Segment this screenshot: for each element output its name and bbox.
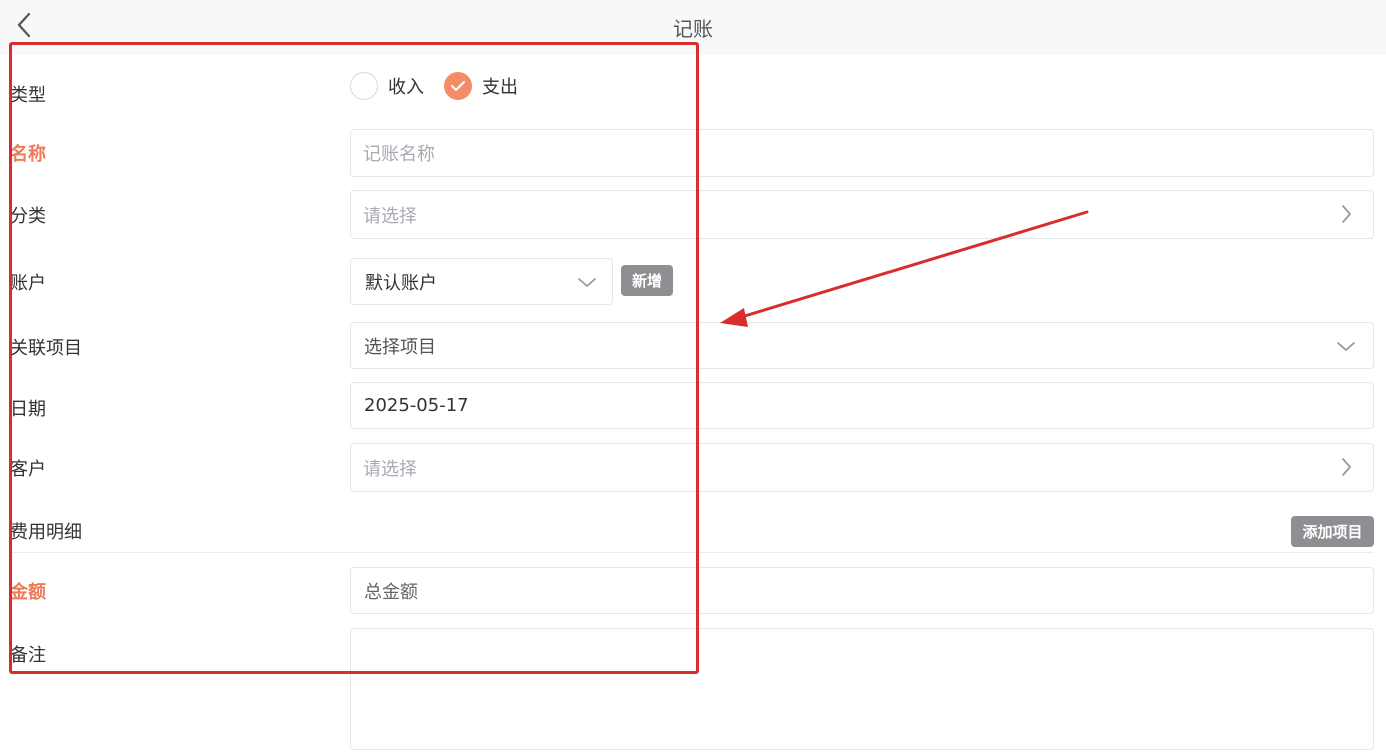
chevron-right-icon	[1335, 456, 1357, 478]
amount-label: 金额	[10, 582, 46, 603]
name-input[interactable]: 记账名称	[350, 129, 1374, 177]
name-label: 名称	[10, 144, 46, 165]
radio-income-label: 收入	[388, 77, 424, 98]
project-placeholder: 选择项目	[364, 336, 436, 358]
date-value: 2025-05-17	[364, 395, 469, 416]
radio-circle-checked	[444, 72, 472, 100]
remark-label: 备注	[10, 645, 46, 666]
divider	[10, 552, 1374, 553]
category-label: 分类	[10, 206, 46, 227]
account-label: 账户	[10, 273, 46, 294]
account-value: 默认账户	[365, 272, 437, 294]
add-item-button[interactable]: 添加项目	[1291, 516, 1374, 547]
customer-picker[interactable]: 请选择	[350, 443, 1374, 492]
radio-expense[interactable]: 支出	[444, 72, 518, 100]
project-select[interactable]: 选择项目	[350, 322, 1374, 369]
category-picker[interactable]: 请选择	[350, 190, 1374, 239]
add-account-button[interactable]: 新增	[621, 265, 673, 296]
project-label: 关联项目	[10, 338, 82, 359]
chevron-down-icon	[1335, 335, 1357, 357]
page-title: 记账	[673, 17, 713, 41]
chevron-down-icon	[576, 271, 598, 293]
type-label: 类型	[10, 85, 46, 106]
radio-expense-label: 支出	[482, 77, 518, 98]
account-select[interactable]: 默认账户	[350, 258, 613, 305]
date-input[interactable]: 2025-05-17	[350, 382, 1374, 429]
chevron-right-icon	[1335, 203, 1357, 225]
remark-textarea[interactable]	[350, 628, 1374, 750]
name-input-placeholder: 记账名称	[363, 144, 435, 165]
expense-details-label: 费用明细	[10, 522, 82, 543]
date-label: 日期	[10, 399, 46, 420]
radio-income[interactable]: 收入	[350, 72, 424, 100]
customer-placeholder: 请选择	[363, 458, 417, 480]
type-radio-group: 收入 支出	[350, 70, 538, 102]
radio-circle-unchecked	[350, 72, 378, 100]
customer-label: 客户	[10, 459, 46, 480]
accounting-page: 记账 类型 收入 支出 名称 记账名称 分类 请选择 账户 默认账户 新增 关联…	[0, 0, 1386, 752]
category-placeholder: 请选择	[363, 205, 417, 227]
header-bar: 记账	[0, 0, 1386, 55]
amount-input[interactable]: 总金额	[350, 567, 1374, 614]
check-icon	[450, 77, 466, 96]
amount-placeholder: 总金额	[364, 581, 418, 603]
